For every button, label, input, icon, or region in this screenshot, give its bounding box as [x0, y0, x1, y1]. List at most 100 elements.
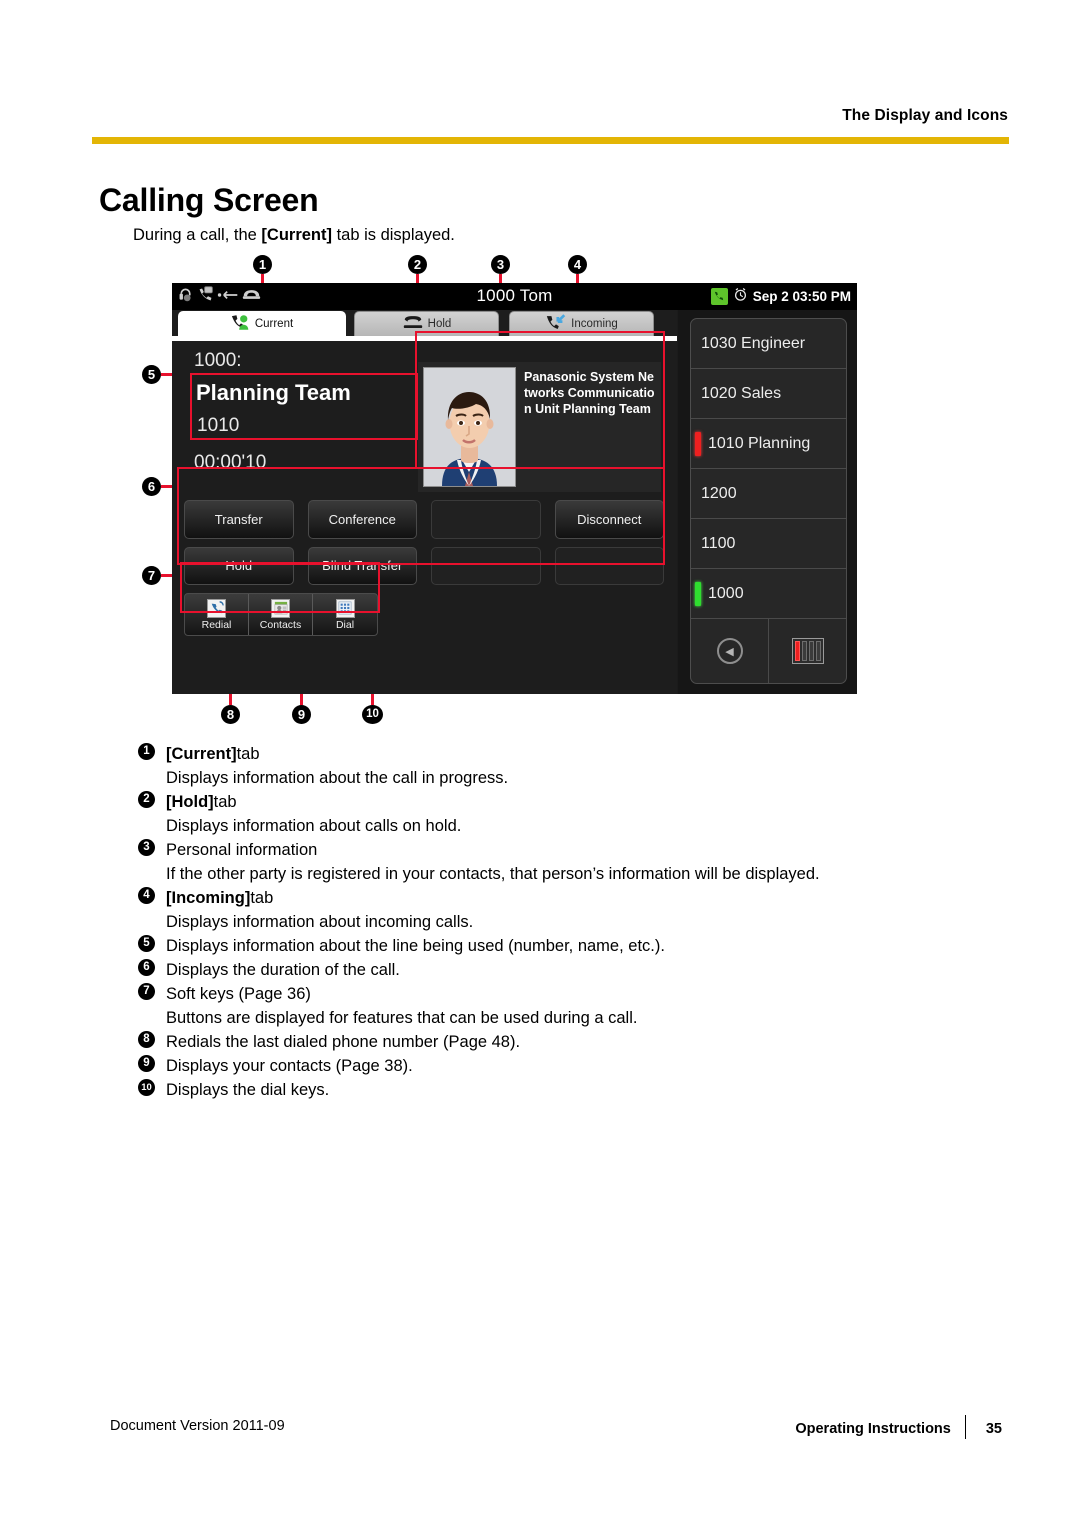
- legend-num-5: 5: [138, 935, 155, 952]
- contact-handset-icon: [231, 314, 251, 334]
- legend-title-1: [Current] tab: [166, 742, 938, 766]
- tab-incoming-label: Incoming: [571, 318, 618, 330]
- dss-led-red-icon: [695, 432, 701, 456]
- callout-2: 2: [408, 255, 427, 274]
- header-rule: [92, 137, 1009, 144]
- legend-num-2: 2: [138, 791, 155, 808]
- legend-item-1: 1 [Current] tab: [138, 742, 938, 766]
- page-number: 35: [985, 1420, 1002, 1437]
- page-bar-3: [808, 641, 814, 661]
- legend-rest-5: Displays information about the line bein…: [166, 936, 665, 955]
- legend-rest-8: Redials the last dialed phone number (Pa…: [166, 1032, 521, 1051]
- page-header: The Display and Icons: [0, 0, 1080, 150]
- legend-title-3: Personal information: [166, 838, 938, 862]
- dss-label-1010: 1010 Planning: [708, 434, 811, 452]
- annotation-box-personal: [415, 331, 665, 469]
- line-label: 1000:: [194, 350, 242, 371]
- legend-rest-10: Displays the dial keys.: [166, 1080, 330, 1099]
- calling-screen-figure: 1 2 3 4 5 6 7 8 9 10 1000 Tom Sep 2 03:5…: [0, 255, 1080, 735]
- dss-label-1200: 1200: [701, 484, 737, 502]
- tab-current[interactable]: Current: [178, 311, 346, 337]
- legend-item-7: 7 Soft keys (Page 36): [138, 982, 938, 1006]
- callout-10: 10: [362, 705, 383, 724]
- legend-item-4: 4 [Incoming] tab: [138, 886, 938, 910]
- page-bar-1: [794, 641, 800, 661]
- annotation-box-iconbar: [180, 562, 380, 613]
- legend-item-8: 8 Redials the last dialed phone number (…: [138, 1030, 938, 1054]
- legend-desc-7: Buttons are displayed for features that …: [166, 1008, 638, 1027]
- redial-label: Redial: [201, 618, 232, 631]
- legend-title-4: [Incoming] tab: [166, 886, 938, 910]
- page-bar-2: [801, 641, 807, 661]
- legend-title-6: Displays the duration of the call.: [166, 958, 938, 982]
- alarm-clock-icon: [733, 287, 748, 305]
- dss-label-1020: 1020 Sales: [701, 384, 782, 402]
- callout-3: 3: [491, 255, 510, 274]
- legend-num-4: 4: [138, 887, 155, 904]
- status-datetime: Sep 2 03:50 PM: [752, 288, 851, 304]
- legend-bold-1: [Current]: [166, 744, 237, 763]
- dss-row-1100[interactable]: 1100: [691, 519, 846, 569]
- dss-label-1100: 1100: [701, 534, 736, 552]
- dss-page-back-button[interactable]: ◀: [691, 619, 769, 683]
- intro-prefix: During a call, the: [133, 226, 262, 244]
- dial-label: Dial: [335, 618, 355, 631]
- legend-title-9: Displays your contacts (Page 38).: [166, 1054, 938, 1078]
- dss-row-1200[interactable]: 1200: [691, 469, 846, 519]
- page-bar-4: [815, 641, 821, 661]
- annotation-box-line-info: [190, 373, 418, 440]
- annotation-box-softkeys: [177, 467, 665, 565]
- dss-page-indicator[interactable]: [769, 619, 846, 683]
- callout-6: 6: [142, 477, 161, 496]
- tab-current-label: Current: [254, 318, 294, 330]
- page-indicator-icon: [791, 638, 824, 664]
- legend-num-6: 6: [138, 959, 155, 976]
- legend-item-5: 5 Displays information about the line be…: [138, 934, 938, 958]
- dss-row-1020[interactable]: 1020 Sales: [691, 369, 846, 419]
- dss-footer: ◀: [691, 619, 846, 683]
- legend-item-3: 3 Personal information: [138, 838, 938, 862]
- manual-name: Operating Instructions: [795, 1420, 951, 1437]
- legend-desc-2: Displays information about calls on hold…: [166, 816, 462, 835]
- legend-title-7: Soft keys (Page 36): [166, 982, 938, 1006]
- legend-rest-7: Soft keys (Page 36): [166, 984, 311, 1003]
- legend-num-1: 1: [138, 743, 155, 760]
- page-back-icon: ◀: [716, 638, 743, 664]
- legend-num-8: 8: [138, 1031, 155, 1048]
- legend-item-2: 2 [Hold] tab: [138, 790, 938, 814]
- callout-7: 7: [142, 566, 161, 585]
- intro-sentence: During a call, the [Current] tab is disp…: [133, 226, 455, 245]
- legend-desc-1: Displays information about the call in p…: [166, 768, 509, 787]
- legend-rest-4: tab: [250, 888, 274, 907]
- dss-list: 1030 Engineer 1020 Sales 1010 Planning 1…: [690, 318, 847, 684]
- legend-title-2: [Hold] tab: [166, 790, 938, 814]
- legend-item-9: 9 Displays your contacts (Page 38).: [138, 1054, 938, 1078]
- legend-bold-2: [Hold]: [166, 792, 214, 811]
- dss-row-1030[interactable]: 1030 Engineer: [691, 319, 846, 369]
- phone-screen-image: 1000 Tom Sep 2 03:50 PM Current Hold Inc…: [172, 283, 857, 694]
- phone-status-bar: 1000 Tom Sep 2 03:50 PM: [172, 283, 857, 310]
- callout-4: 4: [568, 255, 587, 274]
- green-handset-icon: [710, 287, 728, 305]
- legend-num-3: 3: [138, 839, 155, 856]
- legend-title-5: Displays information about the line bein…: [166, 934, 938, 958]
- dss-label-1000: 1000: [708, 584, 744, 602]
- page-title: Calling Screen: [99, 182, 319, 218]
- dss-sidebar: 1030 Engineer 1020 Sales 1010 Planning 1…: [678, 310, 857, 694]
- legend-title-8: Redials the last dialed phone number (Pa…: [166, 1030, 938, 1054]
- dss-led-green-icon: [695, 582, 701, 606]
- callout-9: 9: [292, 705, 311, 724]
- status-right-group: Sep 2 03:50 PM: [710, 287, 851, 305]
- legend-num-7: 7: [138, 983, 155, 1000]
- callout-1: 1: [253, 255, 272, 274]
- legend-bold-4: [Incoming]: [166, 888, 251, 907]
- tab-hold-label: Hold: [427, 318, 452, 330]
- legend-desc-3: If the other party is registered in your…: [166, 864, 820, 883]
- dss-row-1010[interactable]: 1010 Planning: [691, 419, 846, 469]
- legend-rest-9: Displays your contacts (Page 38).: [166, 1056, 413, 1075]
- intro-bold-tab: [Current]: [261, 226, 332, 244]
- contacts-label: Contacts: [259, 618, 302, 631]
- dss-label-1030: 1030 Engineer: [701, 334, 806, 352]
- dss-row-1000[interactable]: 1000: [691, 569, 846, 619]
- status-name: Tom: [519, 286, 553, 305]
